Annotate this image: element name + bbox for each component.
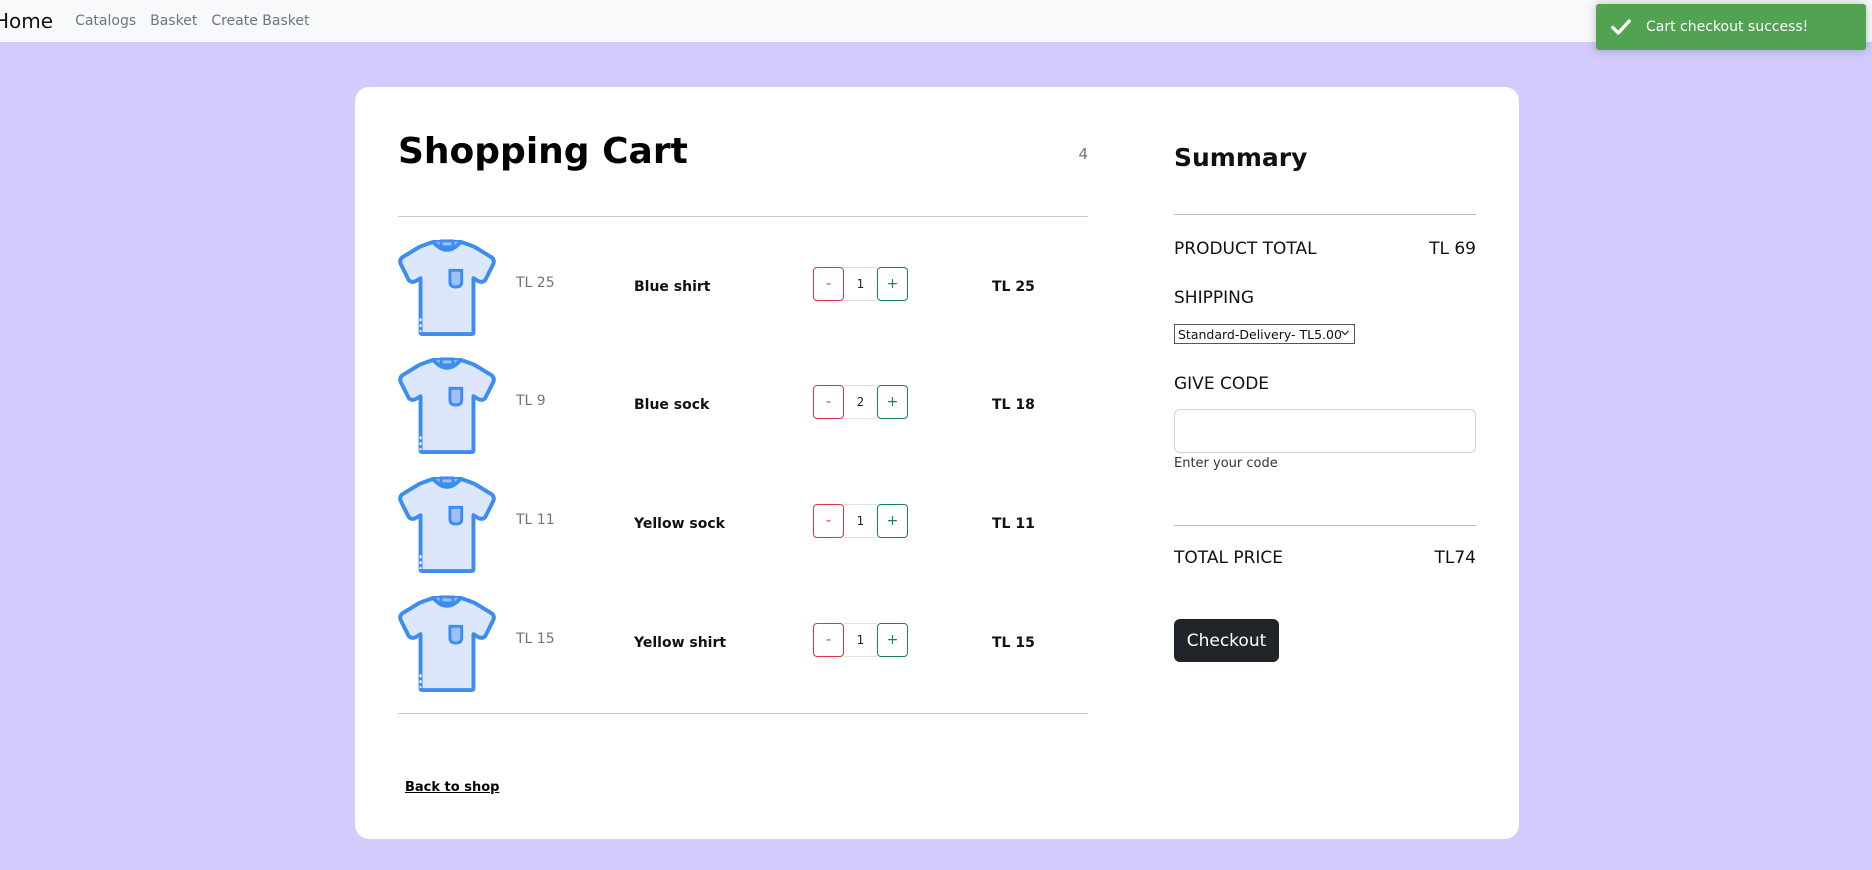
- page-title: Shopping Cart: [398, 131, 688, 172]
- unit-price: TL 9: [516, 393, 546, 409]
- nav-catalogs-link[interactable]: Catalogs: [75, 13, 136, 29]
- unit-price: TL 11: [516, 512, 555, 528]
- quantity-value[interactable]: 1: [844, 623, 877, 657]
- decrease-quantity-button[interactable]: -: [813, 385, 844, 419]
- quantity-value[interactable]: 1: [844, 267, 877, 301]
- decrease-quantity-button[interactable]: -: [813, 623, 844, 657]
- cart-item: TL 15 Yellow shirt - 1 + TL 15: [398, 593, 1088, 697]
- increase-quantity-button[interactable]: +: [877, 385, 908, 419]
- quantity-stepper: - 1 +: [813, 504, 908, 538]
- total-price-label: TOTAL PRICE: [1174, 548, 1284, 568]
- give-code-label: GIVE CODE: [1174, 374, 1270, 394]
- shipping-label: SHIPPING: [1174, 288, 1254, 308]
- product-total-value: TL 69: [1429, 239, 1476, 259]
- line-total: TL 18: [992, 397, 1035, 413]
- code-input[interactable]: [1174, 409, 1476, 453]
- divider: [398, 713, 1088, 714]
- quantity-stepper: - 1 +: [813, 623, 908, 657]
- chevron-down-icon: [1341, 330, 1349, 336]
- increase-quantity-button[interactable]: +: [877, 267, 908, 301]
- summary-title: Summary: [1174, 143, 1308, 172]
- cart-section: Shopping Cart 4 TL 25 Blue shirt - 1 + T…: [398, 87, 1088, 839]
- cart-item: TL 25 Blue shirt - 1 + TL 25: [398, 237, 1088, 341]
- line-total: TL 25: [992, 279, 1035, 295]
- check-icon: [1611, 19, 1631, 35]
- decrease-quantity-button[interactable]: -: [813, 267, 844, 301]
- product-name: Blue shirt: [634, 279, 711, 295]
- tshirt-icon: [398, 239, 496, 336]
- nav-create-basket-link[interactable]: Create Basket: [211, 13, 309, 29]
- total-price-value: TL74: [1434, 548, 1477, 568]
- cart-item-count: 4: [1078, 145, 1088, 163]
- divider: [398, 216, 1088, 217]
- quantity-stepper: - 1 +: [813, 267, 908, 301]
- nav-home-link[interactable]: Home: [0, 9, 53, 33]
- line-total: TL 11: [992, 516, 1035, 532]
- toast-message: Cart checkout success!: [1646, 19, 1809, 35]
- unit-price: TL 25: [516, 275, 555, 291]
- cart-card: Shopping Cart 4 TL 25 Blue shirt - 1 + T…: [355, 87, 1519, 839]
- nav-basket-link[interactable]: Basket: [150, 13, 197, 29]
- checkout-button[interactable]: Checkout: [1174, 619, 1279, 662]
- unit-price: TL 15: [516, 631, 555, 647]
- back-to-shop-link[interactable]: Back to shop: [405, 780, 499, 795]
- tshirt-icon: [398, 476, 496, 573]
- success-toast[interactable]: Cart checkout success!: [1596, 4, 1866, 50]
- cart-item: TL 9 Blue sock - 2 + TL 18: [398, 355, 1088, 459]
- quantity-stepper: - 2 +: [813, 385, 908, 419]
- product-name: Yellow shirt: [634, 635, 727, 651]
- quantity-value[interactable]: 2: [844, 385, 877, 419]
- tshirt-icon: [398, 357, 496, 454]
- increase-quantity-button[interactable]: +: [877, 504, 908, 538]
- shipping-selected-value: Standard-Delivery- TL5.00: [1178, 326, 1342, 342]
- tshirt-icon: [398, 595, 496, 692]
- line-total: TL 15: [992, 635, 1035, 651]
- divider: [1174, 525, 1476, 526]
- product-total-label: PRODUCT TOTAL: [1174, 239, 1317, 259]
- decrease-quantity-button[interactable]: -: [813, 504, 844, 538]
- cart-item: TL 11 Yellow sock - 1 + TL 11: [398, 474, 1088, 578]
- product-name: Yellow sock: [634, 516, 725, 532]
- code-help-text: Enter your code: [1174, 456, 1278, 471]
- increase-quantity-button[interactable]: +: [877, 623, 908, 657]
- navbar: Home Catalogs Basket Create Basket: [0, 0, 1872, 42]
- shipping-select[interactable]: Standard-Delivery- TL5.00: [1174, 324, 1355, 344]
- product-name: Blue sock: [634, 397, 710, 413]
- divider: [1174, 214, 1476, 215]
- quantity-value[interactable]: 1: [844, 504, 877, 538]
- summary-section: Summary PRODUCT TOTAL TL 69 SHIPPING Sta…: [1174, 87, 1476, 839]
